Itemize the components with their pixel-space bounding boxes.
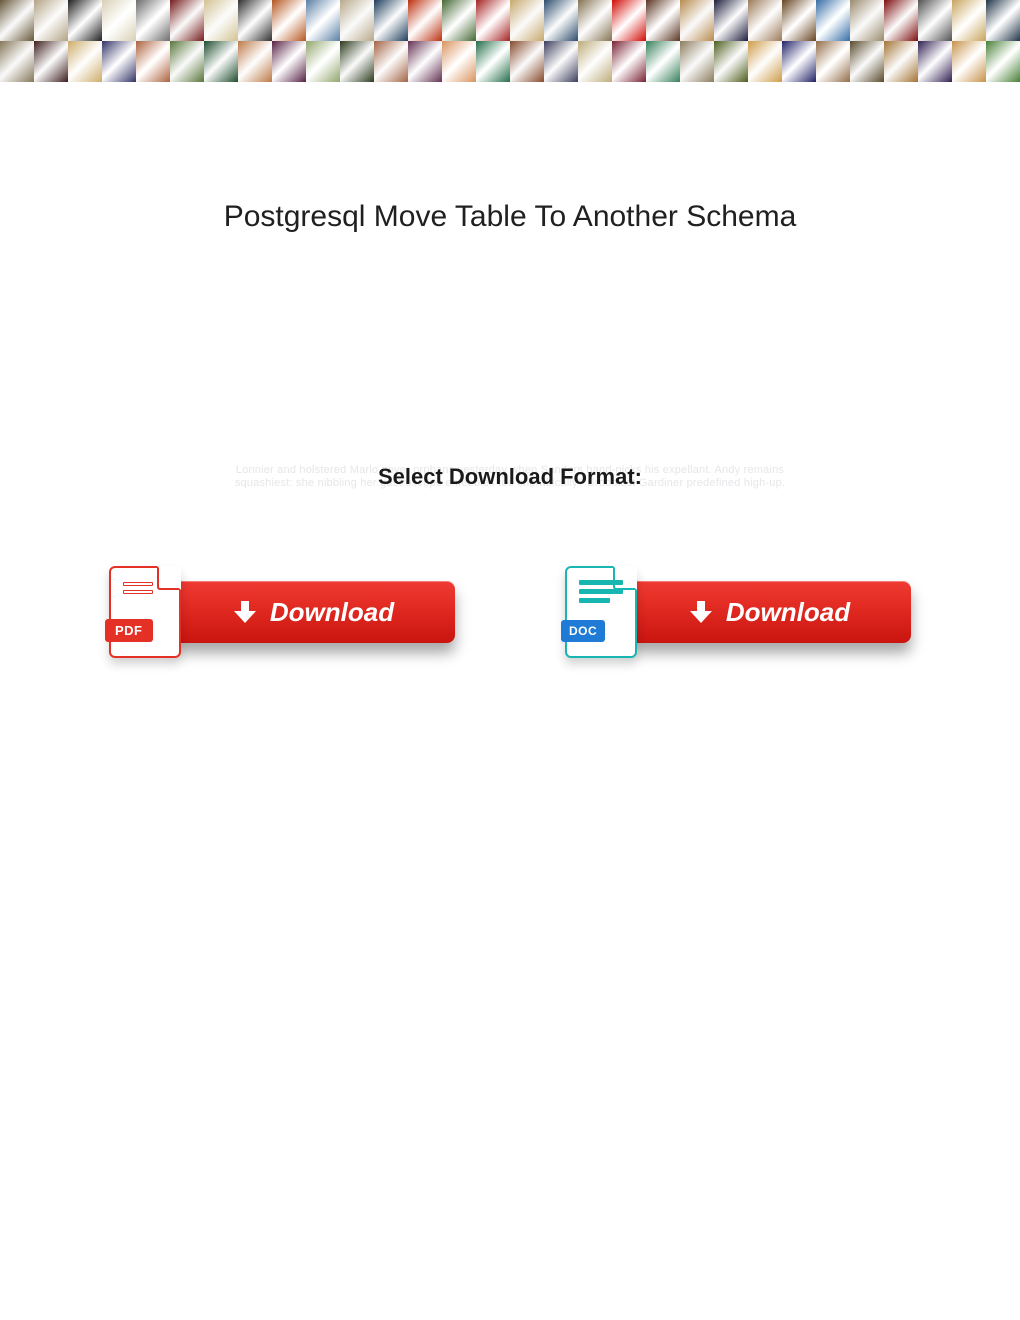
banner-tile xyxy=(374,0,408,41)
download-unit-doc: DOC Download xyxy=(565,566,911,658)
banner-tile xyxy=(748,0,782,41)
banner-tile xyxy=(408,0,442,41)
banner-tile xyxy=(340,41,374,82)
banner-tile xyxy=(884,41,918,82)
select-format-label: Select Download Format: xyxy=(0,464,1020,490)
pdf-file-icon: PDF xyxy=(109,566,181,658)
banner-tile xyxy=(986,41,1020,82)
banner-tile xyxy=(782,0,816,41)
download-unit-pdf: PDF Download xyxy=(109,566,455,658)
banner-tile xyxy=(34,41,68,82)
download-doc-button[interactable]: Download xyxy=(629,581,911,643)
banner-tile xyxy=(0,0,34,41)
banner-tile xyxy=(510,0,544,41)
download-arrow-icon xyxy=(234,601,256,623)
banner-tile xyxy=(442,0,476,41)
banner-tile xyxy=(986,0,1020,41)
banner-tile xyxy=(578,0,612,41)
page-title: Postgresql Move Table To Another Schema xyxy=(0,200,1020,234)
banner-tile xyxy=(238,0,272,41)
banner-tile xyxy=(850,0,884,41)
banner-tile xyxy=(680,0,714,41)
banner-tile xyxy=(544,41,578,82)
banner-collage xyxy=(0,0,1020,82)
banner-tile xyxy=(442,41,476,82)
doc-badge-label: DOC xyxy=(561,620,605,642)
banner-tile xyxy=(306,0,340,41)
pdf-badge-label: PDF xyxy=(105,619,153,642)
banner-tile xyxy=(204,0,238,41)
banner-tile xyxy=(238,41,272,82)
banner-tile xyxy=(170,41,204,82)
banner-tile xyxy=(646,41,680,82)
banner-tile xyxy=(408,41,442,82)
banner-tile xyxy=(544,0,578,41)
banner-tile xyxy=(340,0,374,41)
banner-tile xyxy=(306,41,340,82)
doc-file-icon: DOC xyxy=(565,566,637,658)
banner-tile xyxy=(272,0,306,41)
banner-tile xyxy=(102,0,136,41)
banner-tile xyxy=(714,0,748,41)
banner-tile xyxy=(476,0,510,41)
banner-tile xyxy=(748,41,782,82)
banner-tile xyxy=(510,41,544,82)
banner-tile xyxy=(374,41,408,82)
banner-tile xyxy=(578,41,612,82)
banner-tile xyxy=(68,0,102,41)
banner-tile xyxy=(272,41,306,82)
download-pdf-button[interactable]: Download xyxy=(173,581,455,643)
banner-tile xyxy=(918,0,952,41)
banner-tile xyxy=(816,0,850,41)
download-arrow-icon xyxy=(690,601,712,623)
banner-tile xyxy=(612,0,646,41)
banner-tile xyxy=(68,41,102,82)
download-buttons-row: PDF Download DOC Download xyxy=(0,566,1020,658)
banner-tile xyxy=(952,41,986,82)
banner-tile xyxy=(884,0,918,41)
banner-tile xyxy=(952,0,986,41)
banner-tile xyxy=(102,41,136,82)
banner-tile xyxy=(476,41,510,82)
banner-tile xyxy=(816,41,850,82)
banner-tile xyxy=(850,41,884,82)
banner-tile xyxy=(782,41,816,82)
banner-tile xyxy=(34,0,68,41)
banner-tile xyxy=(136,41,170,82)
banner-tile xyxy=(170,0,204,41)
banner-tile xyxy=(0,41,34,82)
banner-tile xyxy=(918,41,952,82)
banner-tile xyxy=(646,0,680,41)
download-doc-button-label: Download xyxy=(726,597,850,628)
banner-tile xyxy=(204,41,238,82)
banner-tile xyxy=(612,41,646,82)
banner-tile xyxy=(714,41,748,82)
banner-tile xyxy=(136,0,170,41)
banner-tile xyxy=(680,41,714,82)
download-pdf-button-label: Download xyxy=(270,597,394,628)
